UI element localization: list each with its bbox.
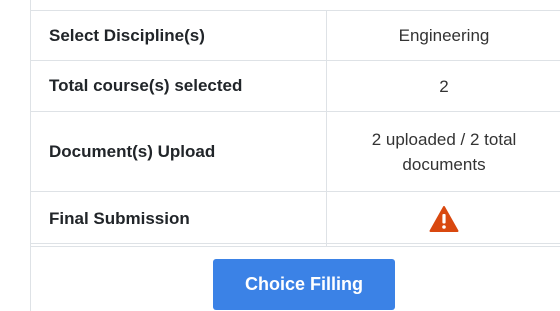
final-submission-label: Final Submission — [30, 191, 327, 247]
action-row: Choice Filling — [30, 243, 560, 311]
warning-icon — [429, 205, 459, 233]
document-upload-value: 2 uploaded / 2 total documents — [326, 111, 560, 192]
table-row: Total course(s) selected 2 — [30, 60, 560, 112]
table-row: Final Submission — [30, 191, 560, 247]
courses-selected-value: 2 — [326, 60, 560, 112]
table-row: Select Discipline(s) Engineering — [30, 10, 560, 61]
discipline-value: Engineering — [326, 10, 560, 61]
document-upload-label: Document(s) Upload — [30, 111, 327, 192]
courses-selected-label: Total course(s) selected — [30, 60, 327, 112]
choice-filling-button[interactable]: Choice Filling — [213, 259, 395, 310]
submission-summary-table: Select Discipline(s) Engineering Total c… — [30, 10, 560, 247]
discipline-label: Select Discipline(s) — [30, 10, 327, 61]
final-submission-status — [326, 191, 560, 247]
table-row: Document(s) Upload 2 uploaded / 2 total … — [30, 111, 560, 192]
